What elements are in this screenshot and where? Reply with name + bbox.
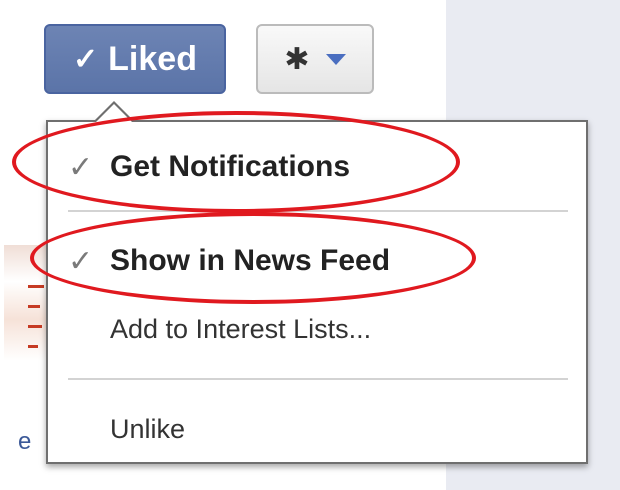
menu-item-label: Add to Interest Lists... <box>110 313 372 344</box>
menu-item-label: Unlike <box>110 413 186 444</box>
menu-item-add-to-interest-lists[interactable]: Add to Interest Lists... <box>48 304 586 354</box>
menu-item-unlike[interactable]: Unlike <box>48 404 586 454</box>
background-edge-text: e <box>18 428 32 455</box>
gear-icon: ✱ <box>284 42 310 76</box>
liked-button[interactable]: ✓ Liked <box>44 24 226 94</box>
check-icon: ✓ <box>73 42 99 76</box>
chevron-down-icon <box>325 53 346 65</box>
settings-button[interactable]: ✱ <box>256 24 374 94</box>
liked-label: Liked <box>108 39 197 78</box>
menu-divider <box>68 378 568 380</box>
thumbnail-line <box>28 345 38 348</box>
thumbnail-line <box>28 325 42 328</box>
highlight-ellipse <box>30 212 476 304</box>
thumbnail-line <box>28 305 40 308</box>
menu-divider <box>68 210 568 212</box>
highlight-ellipse <box>12 111 460 213</box>
thumbnail-line <box>28 285 44 288</box>
